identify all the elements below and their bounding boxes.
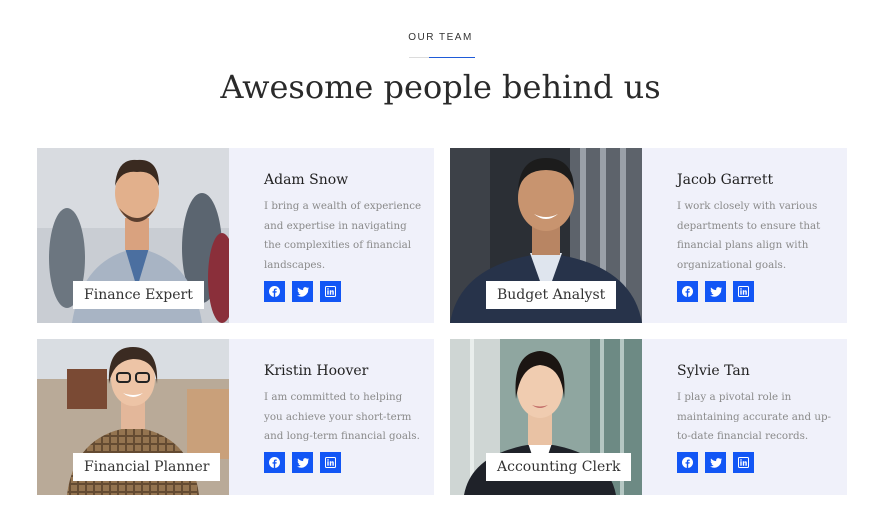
member-role-label: Budget Analyst <box>486 281 617 309</box>
facebook-icon <box>269 286 280 297</box>
social-links <box>677 281 754 302</box>
facebook-link[interactable] <box>677 281 698 302</box>
facebook-icon <box>269 457 280 468</box>
member-bio: I work closely with various departments … <box>677 200 821 271</box>
section-divider <box>409 57 475 58</box>
social-links <box>264 452 341 473</box>
member-bio: I am committed to helping you achieve yo… <box>264 391 420 442</box>
facebook-link[interactable] <box>264 281 285 302</box>
twitter-icon <box>296 457 309 468</box>
member-photo: Finance Expert <box>37 148 229 323</box>
linkedin-link[interactable] <box>733 281 754 302</box>
facebook-link[interactable] <box>264 452 285 473</box>
section-title: Awesome people behind us <box>220 68 661 106</box>
member-name: Adam Snow <box>264 172 349 188</box>
member-bio: I play a pivotal role in maintaining acc… <box>677 391 832 442</box>
social-links <box>677 452 754 473</box>
linkedin-link[interactable] <box>320 281 341 302</box>
twitter-icon <box>709 286 722 297</box>
member-role-label: Accounting Clerk <box>486 453 632 481</box>
member-name: Kristin Hoover <box>264 363 369 379</box>
twitter-icon <box>296 286 309 297</box>
member-photo: Financial Planner <box>37 339 229 495</box>
member-role-label: Financial Planner <box>73 453 221 481</box>
twitter-link[interactable] <box>705 281 726 302</box>
linkedin-link[interactable] <box>733 452 754 473</box>
linkedin-icon <box>325 457 336 468</box>
member-role-label: Finance Expert <box>73 281 204 309</box>
team-card: Accounting Clerk Sylvie Tan I play a piv… <box>450 339 847 495</box>
member-photo: Accounting Clerk <box>450 339 642 495</box>
facebook-icon <box>682 286 693 297</box>
facebook-icon <box>682 457 693 468</box>
linkedin-link[interactable] <box>320 452 341 473</box>
twitter-link[interactable] <box>292 452 313 473</box>
facebook-link[interactable] <box>677 452 698 473</box>
member-name: Jacob Garrett <box>677 172 774 188</box>
section-eyebrow: OUR TEAM <box>408 32 473 43</box>
team-card: Budget Analyst Jacob Garrett I work clos… <box>450 148 847 323</box>
social-links <box>264 281 341 302</box>
twitter-link[interactable] <box>292 281 313 302</box>
team-card: Financial Planner Kristin Hoover I am co… <box>37 339 434 495</box>
twitter-icon <box>709 457 722 468</box>
twitter-link[interactable] <box>705 452 726 473</box>
linkedin-icon <box>738 286 749 297</box>
team-card: Finance Expert Adam Snow I bring a wealt… <box>37 148 434 323</box>
member-name: Sylvie Tan <box>677 363 750 379</box>
member-photo: Budget Analyst <box>450 148 642 323</box>
linkedin-icon <box>325 286 336 297</box>
member-bio: I bring a wealth of experience and exper… <box>264 200 422 271</box>
linkedin-icon <box>738 457 749 468</box>
